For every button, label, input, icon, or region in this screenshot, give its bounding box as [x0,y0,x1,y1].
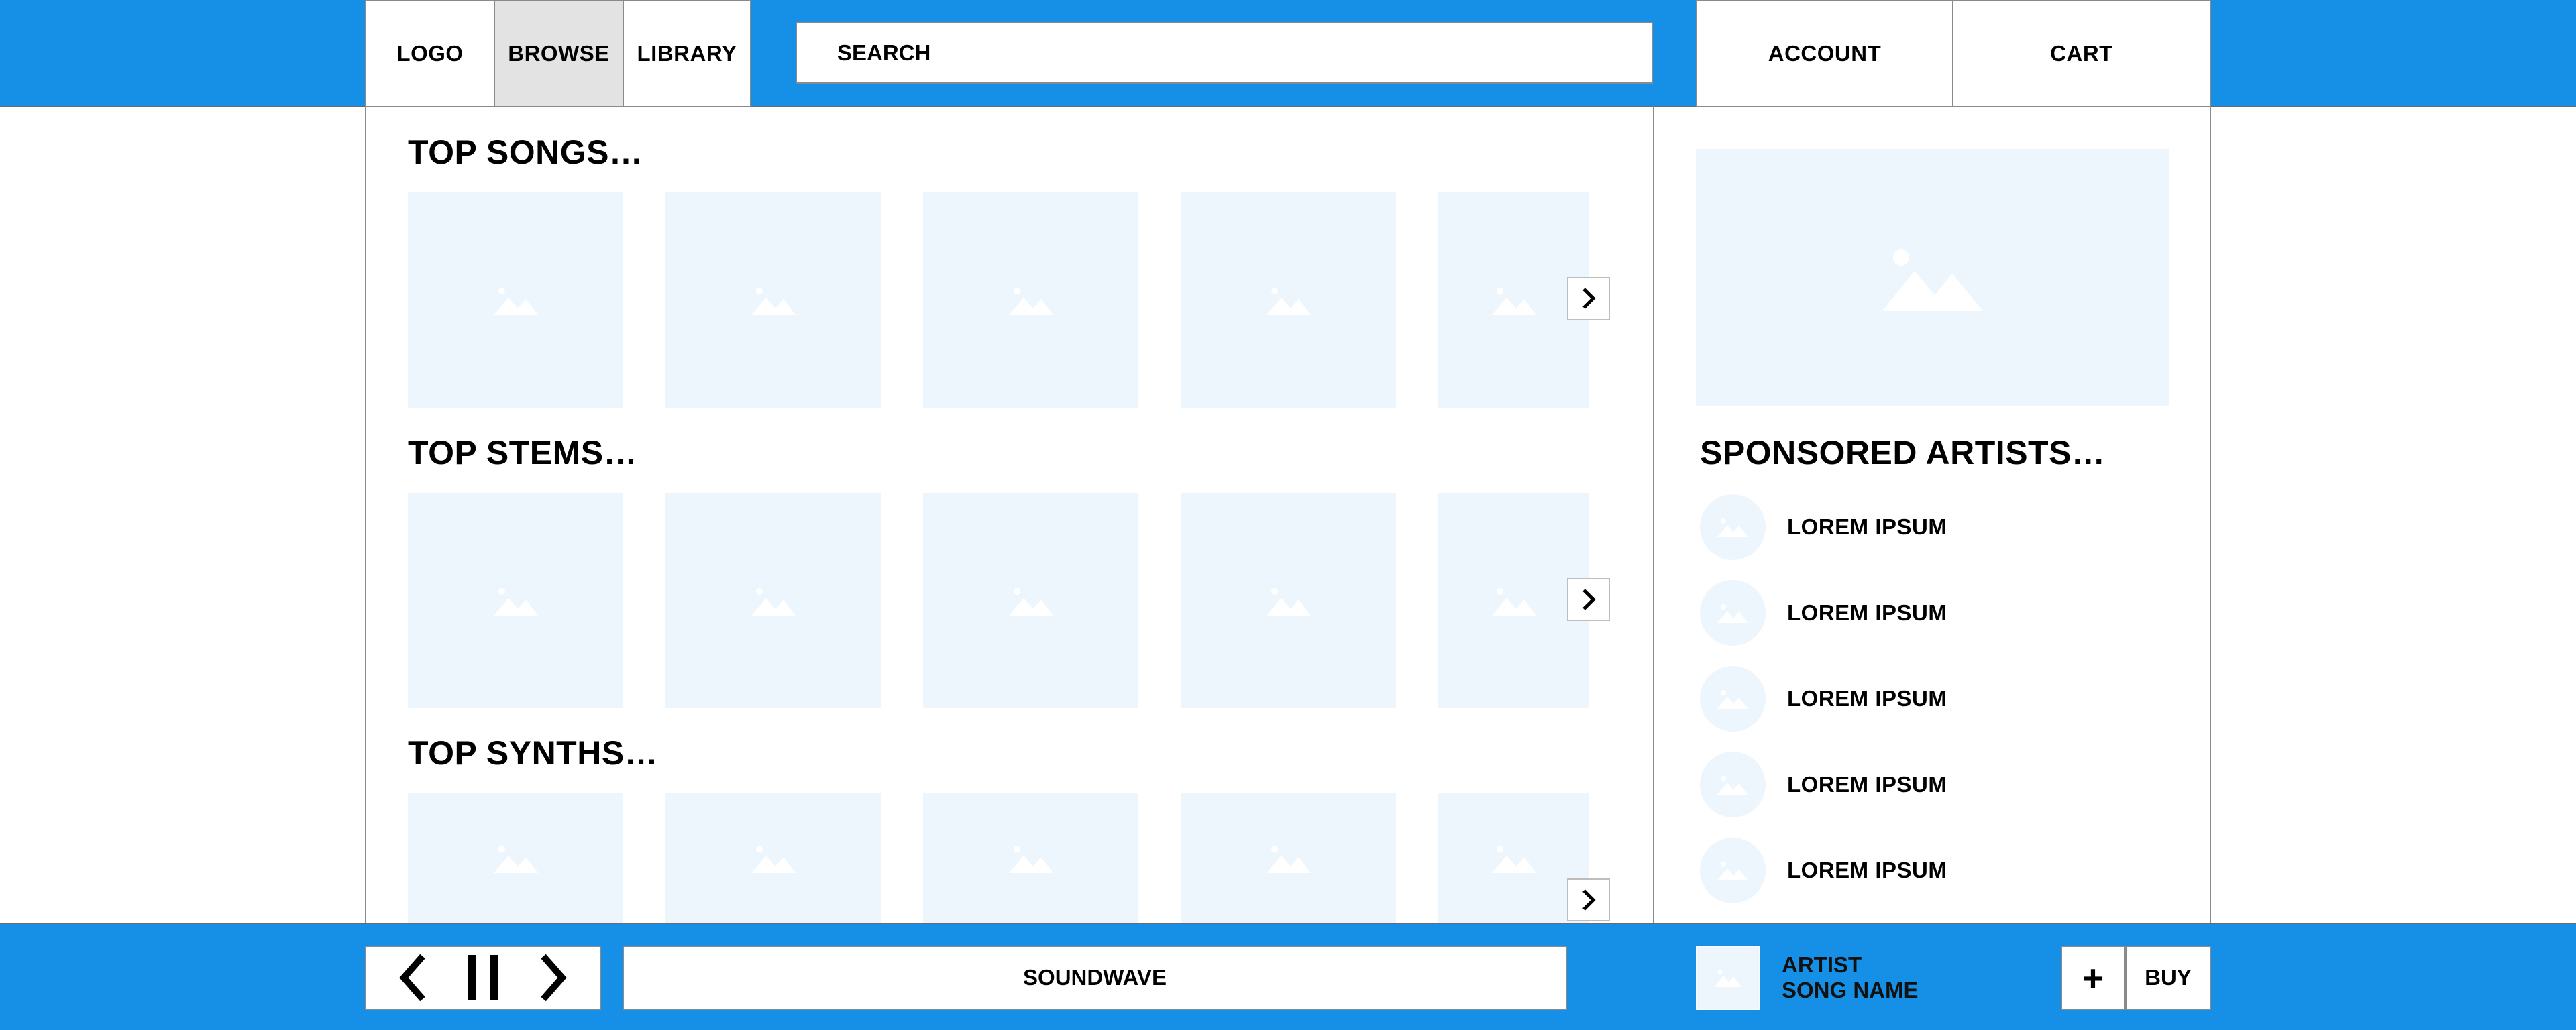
media-tile[interactable] [408,493,623,708]
top-synths-next-button[interactable] [1567,878,1610,921]
previous-button[interactable] [386,951,440,1005]
image-icon [1008,587,1053,616]
playback-controls [365,946,601,1010]
media-tile[interactable] [1181,793,1396,923]
buy-button[interactable]: BUY [2125,946,2211,1010]
image-icon [1266,845,1311,873]
logo[interactable]: LOGO [365,0,495,107]
now-playing-artist: ARTIST [1782,952,1862,977]
section-title-top-songs: TOP SONGS… [408,133,643,171]
sponsored-artist-item[interactable]: LOREM IPSUM [1700,494,1947,561]
add-to-library-button[interactable]: + [2061,946,2125,1010]
sponsored-artist-item[interactable]: LOREM IPSUM [1700,579,1947,646]
sponsored-banner-image[interactable] [1696,149,2169,406]
media-tile[interactable] [665,493,881,708]
image-icon [1882,249,1983,311]
top-stems-next-button[interactable] [1567,578,1610,621]
image-icon [1715,970,1741,987]
image-icon [1491,287,1536,315]
artist-name: LOREM IPSUM [1787,858,1947,882]
now-playing-song: SONG NAME [1782,978,1919,1003]
now-playing-artwork [1696,946,1760,1010]
image-icon [1717,604,1748,623]
player-bar: SOUNDWAVE ARTIST SONG NAME + BUY [0,923,2576,1030]
artist-name: LOREM IPSUM [1787,772,1947,797]
chevron-left-icon [399,954,425,1002]
avatar [1700,494,1766,560]
image-icon [1717,690,1748,709]
image-icon [751,845,796,873]
nav-browse-button[interactable]: BROWSE [494,0,624,107]
artist-name: LOREM IPSUM [1787,600,1947,625]
pause-icon [468,955,498,1000]
chevron-right-icon [1582,889,1596,911]
sponsored-artist-item[interactable]: LOREM IPSUM [1700,665,1947,732]
image-icon [1491,587,1536,616]
media-tile[interactable] [923,493,1138,708]
image-icon [751,287,796,315]
image-icon [1008,287,1053,315]
avatar [1700,752,1766,817]
image-icon [1717,862,1748,880]
sponsored-artist-item[interactable]: LOREM IPSUM [1700,837,1947,904]
top-songs-next-button[interactable] [1567,277,1610,320]
media-tile[interactable] [665,793,881,923]
section-title-top-stems: TOP STEMS… [408,434,638,471]
image-icon [493,845,538,873]
pause-button[interactable] [456,951,510,1005]
media-tile[interactable] [408,192,623,408]
image-icon [1266,287,1311,315]
image-icon [751,587,796,616]
artist-name: LOREM IPSUM [1787,514,1947,539]
media-tile[interactable] [923,192,1138,408]
sponsored-artist-item[interactable]: LOREM IPSUM [1700,751,1947,818]
artist-name: LOREM IPSUM [1787,686,1947,711]
chevron-right-icon [1582,288,1596,309]
section-title-top-synths: TOP SYNTHS… [408,734,659,772]
avatar [1700,580,1766,646]
media-tile[interactable] [665,192,881,408]
now-playing-info: ARTIST SONG NAME [1782,952,1919,1003]
nav-library-button[interactable]: LIBRARY [623,0,751,107]
image-icon [1266,587,1311,616]
image-icon [1491,845,1536,873]
cart-button[interactable]: CART [1952,0,2211,107]
media-tile[interactable] [1181,493,1396,708]
soundwave-scrubber[interactable]: SOUNDWAVE [623,946,1567,1010]
chevron-right-icon [541,954,567,1002]
media-tile[interactable] [408,793,623,923]
sponsored-artists-title: SPONSORED ARTISTS… [1700,434,2106,471]
image-icon [1717,518,1748,537]
avatar [1700,666,1766,732]
next-button[interactable] [526,951,580,1005]
search-input[interactable]: SEARCH [796,22,1653,84]
top-nav-bar: LOGO BROWSE LIBRARY SEARCH ACCOUNT CART [0,0,2576,107]
chevron-right-icon [1582,589,1596,610]
media-tile[interactable] [923,793,1138,923]
image-icon [1717,776,1748,795]
media-tile[interactable] [1181,192,1396,408]
image-icon [493,587,538,616]
account-button[interactable]: ACCOUNT [1696,0,1953,107]
image-icon [493,287,538,315]
avatar [1700,838,1766,903]
image-icon [1008,845,1053,873]
